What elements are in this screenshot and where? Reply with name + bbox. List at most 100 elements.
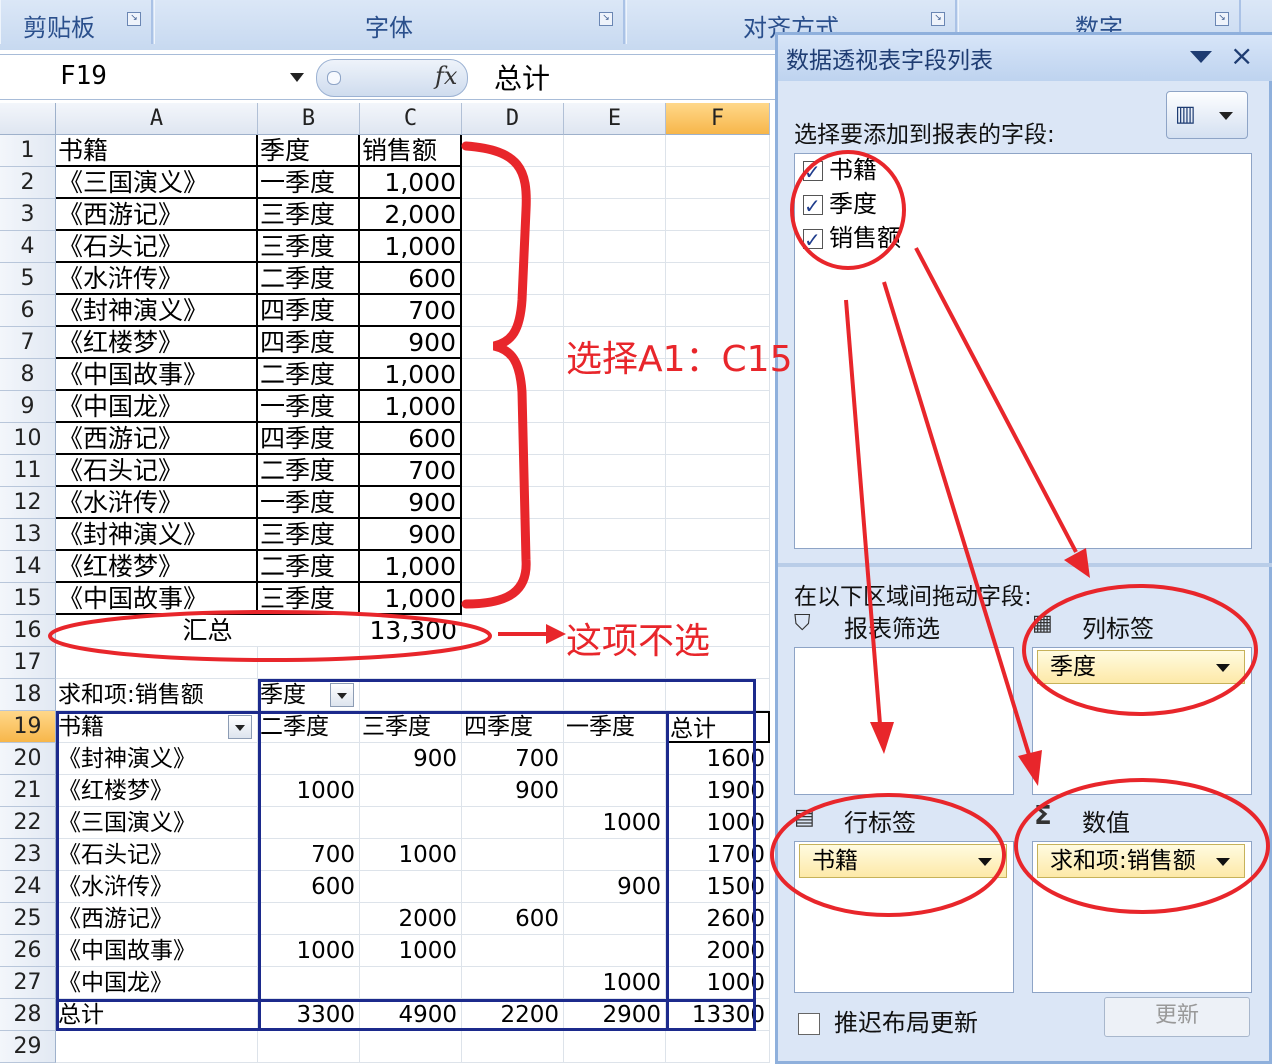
chevron-down-icon[interactable]: [1216, 664, 1230, 672]
sales-cell[interactable]: 1,000: [360, 551, 462, 583]
grid-cell[interactable]: [462, 487, 564, 519]
pivot-value-cell[interactable]: [462, 807, 564, 839]
pivot-row-label[interactable]: 《中国龙》: [56, 967, 258, 999]
book-cell[interactable]: 《红楼梦》: [56, 551, 258, 583]
chevron-down-icon[interactable]: [290, 73, 304, 82]
grid-cell[interactable]: [666, 487, 770, 519]
quarter-cell[interactable]: 一季度: [258, 487, 360, 519]
grid-cell[interactable]: [462, 615, 564, 647]
checkbox-checked[interactable]: [803, 224, 823, 256]
pivot-value-cell[interactable]: 900: [360, 743, 462, 775]
book-cell[interactable]: 《封神演义》: [56, 295, 258, 327]
values-area[interactable]: 求和项:销售额: [1032, 841, 1252, 993]
sales-cell[interactable]: 900: [360, 487, 462, 519]
row-header[interactable]: 17: [0, 647, 56, 679]
quarter-cell[interactable]: 三季度: [258, 231, 360, 263]
grid-cell[interactable]: [564, 135, 666, 167]
row-header[interactable]: 24: [0, 871, 56, 903]
pivot-value-cell[interactable]: 1000: [258, 935, 360, 967]
dialog-launcher-icon[interactable]: ↘: [931, 12, 945, 26]
book-cell[interactable]: 《水浒传》: [56, 263, 258, 295]
grid-cell[interactable]: [666, 551, 770, 583]
pivot-value-cell[interactable]: 1000: [360, 935, 462, 967]
pivot-value-cell[interactable]: 700: [462, 743, 564, 775]
grid-cell[interactable]: [564, 263, 666, 295]
sales-cell[interactable]: 600: [360, 263, 462, 295]
pivot-grand-total-cell[interactable]: 2900: [564, 999, 666, 1031]
sales-cell[interactable]: 1,000: [360, 583, 462, 615]
grid-cell[interactable]: [462, 359, 564, 391]
grid-cell[interactable]: [666, 263, 770, 295]
row-header[interactable]: 1: [0, 135, 56, 167]
row-header[interactable]: 9: [0, 391, 56, 423]
grid-cell[interactable]: [564, 583, 666, 615]
quarter-cell[interactable]: 二季度: [258, 551, 360, 583]
grid-cell[interactable]: [360, 647, 462, 679]
grid-cell[interactable]: [462, 455, 564, 487]
book-cell[interactable]: 《红楼梦》: [56, 327, 258, 359]
pivot-value-cell[interactable]: [462, 839, 564, 871]
row-header[interactable]: 11: [0, 455, 56, 487]
grid-cell[interactable]: [56, 1031, 258, 1063]
checkbox-checked[interactable]: [803, 190, 823, 222]
grid-cell[interactable]: [462, 327, 564, 359]
pivot-value-cell[interactable]: [258, 807, 360, 839]
pivot-grand-total-cell[interactable]: 2200: [462, 999, 564, 1031]
grid-cell[interactable]: [462, 519, 564, 551]
name-box[interactable]: F19: [60, 61, 304, 91]
grid-cell[interactable]: [360, 679, 462, 711]
grid-cell[interactable]: [462, 647, 564, 679]
grid-cell[interactable]: [564, 167, 666, 199]
book-cell[interactable]: 《西游记》: [56, 199, 258, 231]
pivot-value-cell[interactable]: [564, 839, 666, 871]
pivot-value-cell[interactable]: [462, 935, 564, 967]
grid-cell[interactable]: [462, 423, 564, 455]
row-header[interactable]: 2: [0, 167, 56, 199]
pivot-grand-total-cell[interactable]: 4900: [360, 999, 462, 1031]
row-header[interactable]: 19: [0, 711, 56, 743]
grid-cell[interactable]: [666, 167, 770, 199]
pivot-value-cell[interactable]: 1000: [258, 775, 360, 807]
values-field-chip[interactable]: 求和项:销售额: [1037, 844, 1245, 878]
quarter-cell[interactable]: 四季度: [258, 295, 360, 327]
row-header[interactable]: 20: [0, 743, 56, 775]
pivot-value-cell[interactable]: 2000: [666, 935, 770, 967]
quarter-cell[interactable]: 三季度: [258, 583, 360, 615]
pivot-value-cell[interactable]: [564, 935, 666, 967]
column-filter-dropdown[interactable]: [330, 683, 354, 707]
table-header-cell[interactable]: 销售额: [360, 135, 462, 167]
row-labels-area[interactable]: 书籍: [794, 841, 1014, 993]
row-header[interactable]: 13: [0, 519, 56, 551]
grid-cell[interactable]: [56, 647, 258, 679]
row-header[interactable]: 8: [0, 359, 56, 391]
grid-cell[interactable]: [462, 583, 564, 615]
row-header[interactable]: 26: [0, 935, 56, 967]
book-cell[interactable]: 《中国故事》: [56, 583, 258, 615]
pivot-value-cell[interactable]: 600: [462, 903, 564, 935]
column-header-b[interactable]: B: [258, 103, 360, 135]
row-header[interactable]: 18: [0, 679, 56, 711]
grid-cell[interactable]: [258, 647, 360, 679]
pivot-grand-total-cell[interactable]: 3300: [258, 999, 360, 1031]
grid-cell[interactable]: [462, 295, 564, 327]
pivot-column-header[interactable]: 一季度: [564, 711, 666, 743]
pivot-value-cell[interactable]: 1000: [666, 807, 770, 839]
pivot-row-label[interactable]: 《中国故事》: [56, 935, 258, 967]
grid-cell[interactable]: [666, 135, 770, 167]
quarter-cell[interactable]: 三季度: [258, 519, 360, 551]
column-header-a[interactable]: A: [56, 103, 258, 135]
pivot-value-cell[interactable]: [564, 775, 666, 807]
column-header-d[interactable]: D: [462, 103, 564, 135]
select-all-corner[interactable]: [0, 103, 56, 135]
pivot-value-cell[interactable]: 1000: [564, 807, 666, 839]
row-header[interactable]: 7: [0, 327, 56, 359]
pivot-value-cell[interactable]: 1000: [360, 839, 462, 871]
pivot-row-label[interactable]: 《红楼梦》: [56, 775, 258, 807]
row-header[interactable]: 21: [0, 775, 56, 807]
row-header[interactable]: 22: [0, 807, 56, 839]
dialog-launcher-icon[interactable]: ↘: [1215, 12, 1229, 26]
report-filter-area[interactable]: [794, 647, 1014, 795]
grid-cell[interactable]: [462, 167, 564, 199]
grid-cell[interactable]: [564, 1031, 666, 1063]
table-header-cell[interactable]: 书籍: [56, 135, 258, 167]
